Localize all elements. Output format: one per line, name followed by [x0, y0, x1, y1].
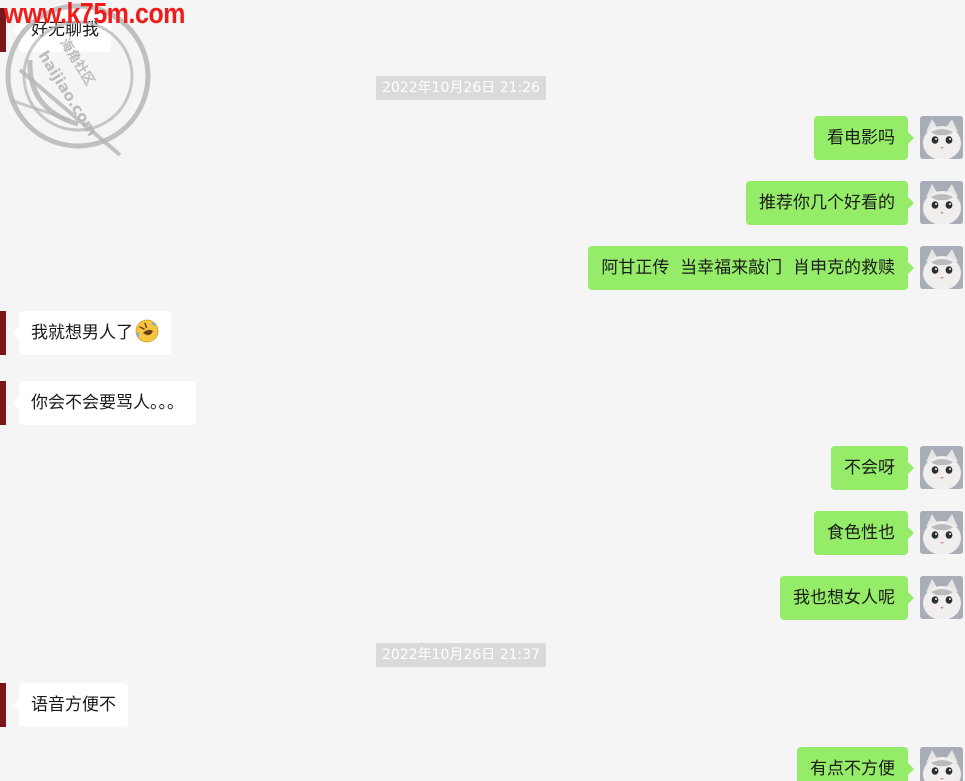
- message-bubble[interactable]: 有点不方便: [797, 747, 914, 781]
- contact-avatar[interactable]: [0, 8, 6, 52]
- message-bubble[interactable]: 不会呀: [831, 446, 914, 490]
- message-bubble[interactable]: 语音方便不: [13, 683, 128, 727]
- message-bubble[interactable]: 你会不会要骂人。。。: [13, 381, 196, 425]
- message-text: 我就想男人了: [31, 323, 133, 343]
- contact-avatar[interactable]: [0, 381, 6, 425]
- message-bubble[interactable]: 阿甘正传 当幸福来敲门 肖申克的救赎: [588, 246, 914, 290]
- chat-window[interactable]: 好无聊我 2022年10月26日 21:26 看电影吗 推荐你几个好看的 阿甘正…: [0, 0, 965, 781]
- white-cat-avatar[interactable]: [920, 446, 963, 489]
- white-cat-avatar[interactable]: [920, 576, 963, 619]
- contact-avatar[interactable]: [0, 683, 6, 727]
- white-cat-avatar[interactable]: [920, 116, 963, 159]
- timestamp: 2022年10月26日 21:26: [376, 76, 547, 100]
- message-bubble[interactable]: 我就想男人了: [13, 311, 171, 355]
- white-cat-avatar[interactable]: [920, 511, 963, 554]
- white-cat-avatar[interactable]: [920, 181, 963, 224]
- message-bubble[interactable]: 食色性也: [814, 511, 914, 555]
- rofl-emoji-icon: [135, 319, 159, 343]
- watermark-logo-en: haijiao.com: [35, 48, 102, 140]
- white-cat-avatar[interactable]: [920, 747, 963, 781]
- message-bubble[interactable]: 推荐你几个好看的: [746, 181, 914, 225]
- message-bubble[interactable]: 好无聊我: [13, 8, 111, 52]
- white-cat-avatar[interactable]: [920, 246, 963, 289]
- message-bubble[interactable]: 我也想女人呢: [780, 576, 914, 620]
- timestamp: 2022年10月26日 21:37: [376, 643, 547, 667]
- contact-avatar[interactable]: [0, 311, 6, 355]
- message-bubble[interactable]: 看电影吗: [814, 116, 914, 160]
